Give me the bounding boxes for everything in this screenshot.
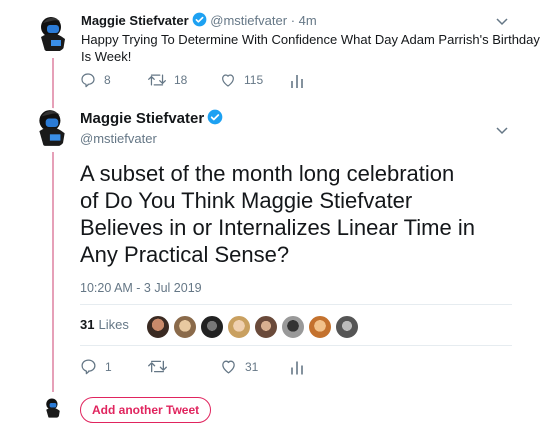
liker-avatar[interactable]	[173, 315, 197, 339]
liker-avatar[interactable]	[254, 315, 278, 339]
tweet-text-line: Any Practical Sense?	[80, 242, 290, 267]
verified-icon	[192, 12, 207, 27]
tweet-timestamp[interactable]: 10:20 AM - 3 Jul 2019	[80, 281, 202, 295]
tweet-text-line: A subset of the month long celebration	[80, 161, 455, 186]
heart-icon	[222, 74, 234, 87]
reply-icon	[81, 73, 95, 88]
author-name[interactable]: Maggie Stiefvater	[81, 13, 189, 28]
likes-summary[interactable]: 31 Likes	[80, 317, 129, 332]
tweet-text-line: Is Week!	[81, 49, 132, 64]
divider	[80, 345, 512, 346]
retweet-button[interactable]	[148, 358, 175, 375]
reply-icon	[81, 359, 96, 375]
liker-avatar[interactable]	[146, 315, 170, 339]
tweet-body: A subset of the month long celebration o…	[80, 160, 475, 268]
like-count: 31	[245, 359, 259, 374]
tweet-text-line: Happy Trying To Determine With Confidenc…	[81, 32, 540, 47]
tweet-text-line: Believes in or Internalizes Linear Time …	[80, 215, 475, 240]
heart-icon	[222, 360, 235, 374]
analytics-icon	[291, 361, 303, 375]
liker-avatar[interactable]	[200, 315, 224, 339]
likes-count: 31	[80, 317, 95, 332]
reply-count: 1	[105, 359, 112, 374]
analytics-button[interactable]	[290, 358, 312, 375]
avatar[interactable]	[35, 108, 69, 148]
chevron-down-icon[interactable]	[496, 122, 508, 138]
analytics-button[interactable]	[290, 72, 312, 88]
author-handle[interactable]: @mstiefvater	[80, 131, 157, 146]
analytics-icon	[291, 75, 303, 88]
reply-count: 8	[104, 73, 111, 87]
avatar[interactable]	[37, 15, 69, 53]
tweet-text-line: of Do You Think Maggie Stiefvater	[80, 188, 413, 213]
chevron-down-icon[interactable]	[496, 13, 508, 29]
retweet-count: 18	[174, 73, 188, 87]
verified-icon	[207, 109, 223, 125]
reply-button[interactable]: 1	[80, 358, 112, 375]
retweet-button[interactable]: 18	[148, 72, 187, 88]
like-button[interactable]: 31	[220, 358, 258, 375]
liker-avatar[interactable]	[335, 315, 359, 339]
liker-avatar[interactable]	[308, 315, 332, 339]
liker-avatar[interactable]	[227, 315, 251, 339]
add-another-tweet-button[interactable]: Add another Tweet	[80, 397, 212, 423]
retweet-icon	[148, 360, 167, 373]
author-name[interactable]: Maggie Stiefvater	[80, 110, 204, 127]
liker-avatars[interactable]	[146, 315, 362, 339]
author-handle[interactable]: @mstiefvater	[210, 13, 287, 28]
divider	[80, 304, 512, 305]
thread-line	[52, 152, 54, 392]
likes-label: Likes	[98, 317, 129, 332]
reply-button[interactable]: 8	[80, 72, 111, 88]
tweet-time[interactable]: · 4m	[291, 13, 317, 28]
retweet-icon	[148, 74, 166, 86]
liker-avatar[interactable]	[281, 315, 305, 339]
avatar	[44, 397, 62, 419]
like-count: 115	[244, 73, 264, 87]
like-button[interactable]: 115	[220, 72, 263, 88]
